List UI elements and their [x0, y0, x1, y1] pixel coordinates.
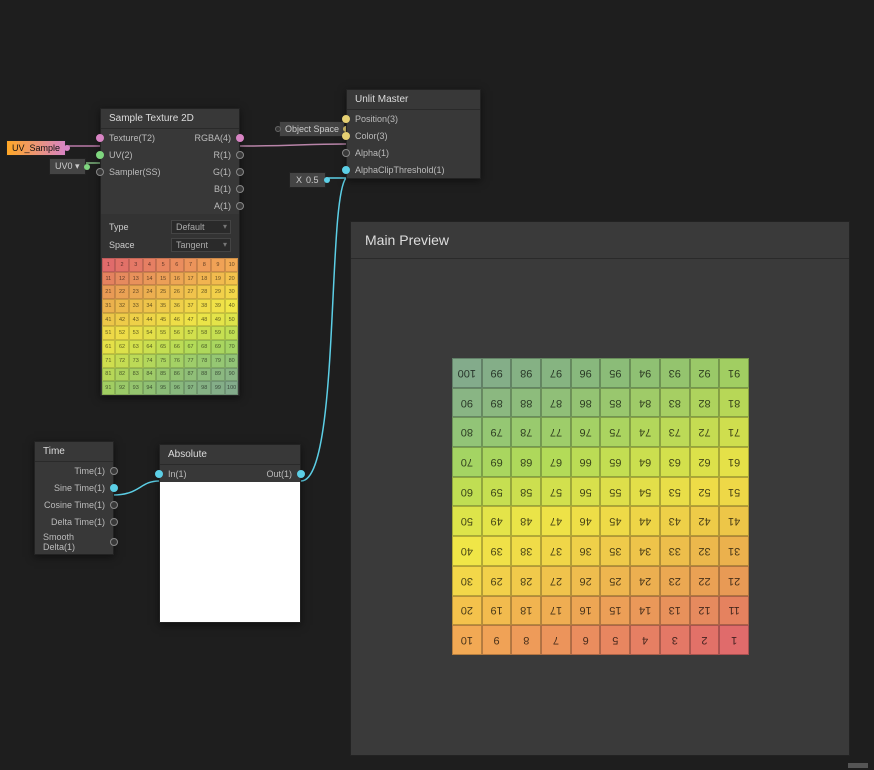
- param-type-select[interactable]: Default: [171, 220, 231, 234]
- port-uv: UV(2): [109, 150, 133, 160]
- port-in: In(1): [168, 469, 187, 479]
- port-position: Position(3): [355, 114, 398, 124]
- node-title: Time: [35, 442, 113, 462]
- param-space-select[interactable]: Tangent: [171, 238, 231, 252]
- port-g: G(1): [213, 167, 231, 177]
- port-sampler: Sampler(SS): [109, 167, 161, 177]
- node-unlit-master[interactable]: Unlit Master Position(3) Color(3) Alpha(…: [346, 89, 481, 179]
- port-sine-time: Sine Time(1): [54, 483, 105, 493]
- absolute-preview: [160, 482, 300, 622]
- node-title: Absolute: [160, 445, 300, 465]
- x-number: 0.5: [306, 175, 319, 185]
- node-title: Sample Texture 2D: [101, 109, 239, 129]
- node-time[interactable]: Time Time(1) Sine Time(1) Cosine Time(1)…: [34, 441, 114, 555]
- uv0-dropdown[interactable]: UV0 ▾: [49, 158, 86, 175]
- main-preview-panel[interactable]: Main Preview 123456789101112131415161718…: [350, 221, 850, 756]
- x-label: X: [296, 175, 302, 185]
- port-color: Color(3): [355, 131, 388, 141]
- port-out: Out(1): [266, 469, 292, 479]
- node-sample-texture-2d[interactable]: Sample Texture 2D Texture(T2) UV(2) Samp…: [100, 108, 240, 396]
- port-alpha-clip: AlphaClipThreshold(1): [355, 165, 445, 175]
- port-smooth-delta: Smooth Delta(1): [43, 532, 105, 552]
- scrollbar-horizontal[interactable]: [848, 763, 868, 768]
- uv-sample-label: UV_Sample: [12, 143, 60, 153]
- x-value-chip[interactable]: X 0.5: [289, 172, 326, 188]
- port-r: R(1): [214, 150, 232, 160]
- texture-preview-large: 1234567891011121314151617181920212223242…: [452, 358, 749, 655]
- port-texture: Texture(T2): [109, 133, 155, 143]
- port-a: A(1): [214, 201, 231, 211]
- object-space-chip[interactable]: Object Space: [279, 121, 345, 137]
- node-title: Unlit Master: [347, 90, 480, 110]
- uv0-label: UV0 ▾: [55, 161, 80, 172]
- texture-preview-small: 1234567891011121314151617181920212223242…: [102, 258, 239, 395]
- param-space-label: Space: [109, 240, 135, 250]
- port-alpha: Alpha(1): [355, 148, 389, 158]
- port-time: Time(1): [74, 466, 105, 476]
- node-absolute[interactable]: Absolute In(1) Out(1): [159, 444, 301, 623]
- param-type-label: Type: [109, 222, 129, 232]
- port-delta-time: Delta Time(1): [51, 517, 105, 527]
- main-preview-title: Main Preview: [351, 222, 849, 259]
- port-cosine-time: Cosine Time(1): [44, 500, 105, 510]
- object-space-label: Object Space: [285, 124, 339, 134]
- port-b: B(1): [214, 184, 231, 194]
- input-uv-sample[interactable]: UV_Sample: [6, 140, 66, 156]
- port-rgba: RGBA(4): [194, 133, 231, 143]
